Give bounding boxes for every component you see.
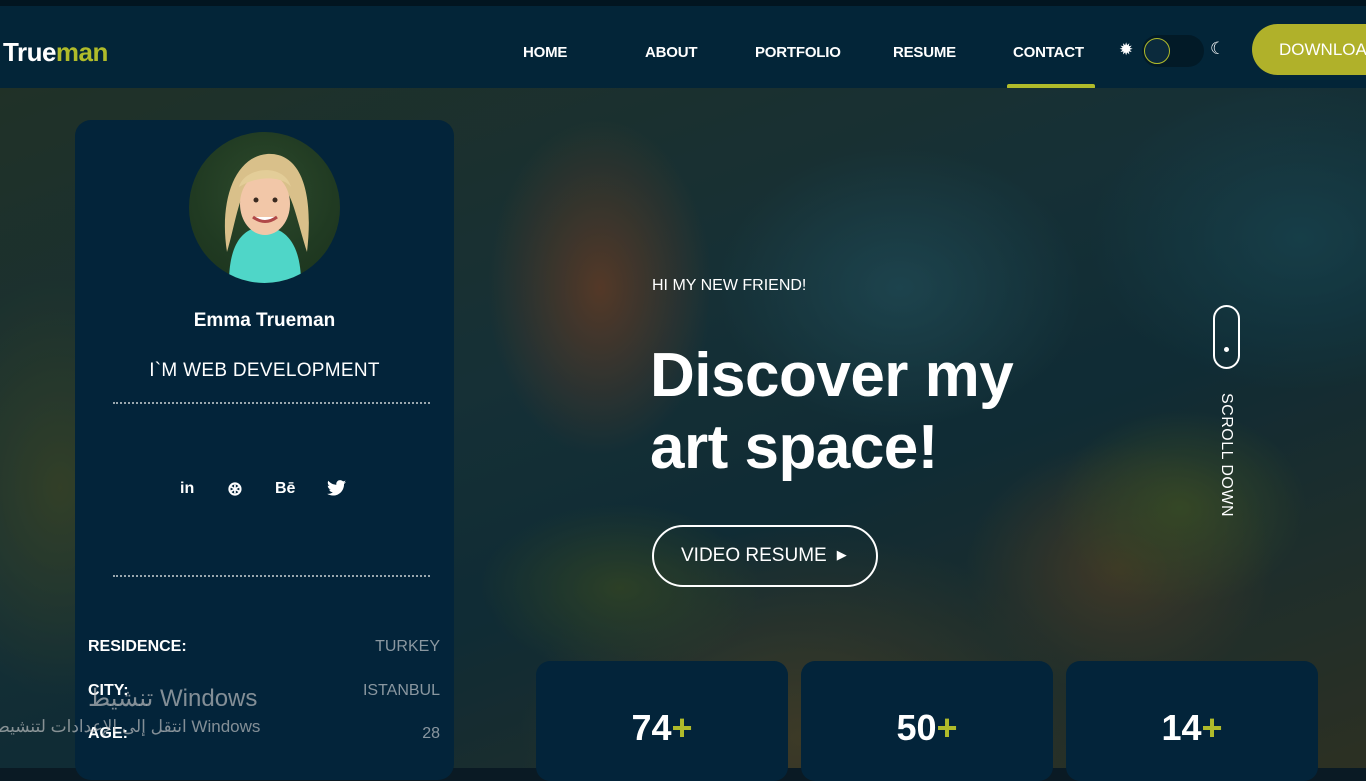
windows-activation-watermark: تنشيط Windows [88, 685, 258, 712]
avatar [189, 132, 340, 283]
brand-logo-part2: man [55, 37, 108, 67]
download-button[interactable]: DOWNLOAD [1252, 24, 1366, 75]
info-value: TURKEY [375, 638, 440, 655]
divider [113, 402, 430, 404]
info-value: 28 [422, 725, 440, 742]
info-row-residence: RESIDENCE: TURKEY [88, 638, 440, 660]
stat-card: 74+ [536, 661, 788, 781]
hero-greeting: HI MY NEW FRIEND! [652, 277, 807, 294]
stat-number: 50+ [896, 707, 958, 748]
brand-logo[interactable]: Trueman [3, 37, 108, 68]
profile-role: I`M WEB DEVELOPMENT [149, 360, 380, 381]
nav-portfolio[interactable]: PORTFOLIO [755, 44, 841, 61]
nav-resume[interactable]: RESUME [893, 44, 956, 61]
nav-contact[interactable]: CONTACT [1013, 44, 1084, 61]
theme-toggle[interactable] [1142, 35, 1204, 67]
stat-card: 50+ [801, 661, 1053, 781]
sun-icon[interactable]: ✹ [1119, 40, 1133, 60]
video-resume-label: VIDEO RESUME [681, 545, 827, 566]
video-resume-button[interactable]: VIDEO RESUME ▶ [652, 525, 878, 587]
profile-name: Emma Trueman [193, 310, 336, 331]
stat-number: 74+ [631, 707, 693, 748]
social-links: in ⊛ Bē [75, 478, 454, 504]
theme-toggle-knob [1144, 38, 1170, 64]
scroll-down-label[interactable]: SCROLL DOWN [1217, 393, 1235, 517]
scroll-dot [1224, 347, 1229, 352]
divider [113, 575, 430, 577]
stat-number: 14+ [1161, 707, 1223, 748]
hero-headline-line2: art space! [650, 413, 938, 482]
windows-activation-watermark-sub: انتقل إلى الإعدادات لتنشيط Windows [0, 717, 261, 736]
dribbble-icon[interactable]: ⊛ [227, 478, 243, 501]
play-icon: ▶ [836, 547, 847, 562]
info-value: ISTANBUL [362, 682, 440, 699]
scroll-mouse-icon[interactable] [1213, 305, 1240, 369]
profile-card: Emma Trueman I`M WEB DEVELOPMENT in ⊛ Bē… [75, 120, 454, 780]
brand-logo-part1: True [3, 37, 56, 67]
linkedin-icon[interactable]: in [180, 480, 194, 498]
info-key: RESIDENCE: [88, 638, 187, 655]
nav-home[interactable]: HOME [523, 44, 567, 61]
site-header: Trueman HOME ABOUT PORTFOLIO RESUME CONT… [0, 6, 1366, 89]
behance-icon[interactable]: Bē [275, 480, 295, 498]
stat-card: 14+ [1066, 661, 1318, 781]
nav-about[interactable]: ABOUT [645, 44, 698, 61]
hero-headline: Discover my art space! [650, 340, 1170, 484]
moon-icon[interactable]: ☾ [1210, 39, 1225, 59]
twitter-icon[interactable] [327, 480, 346, 501]
hero-headline-line1: Discover my [650, 341, 1014, 410]
